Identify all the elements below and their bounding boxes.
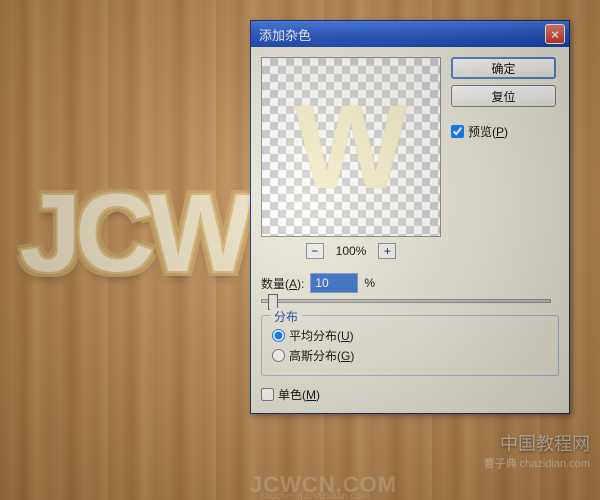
zoom-out-button[interactable]: − <box>306 243 324 259</box>
ok-button[interactable]: 确定 <box>451 57 556 79</box>
distribution-uniform-label: 平均分布(U) <box>289 327 354 344</box>
distribution-uniform-row[interactable]: 平均分布(U) <box>272 327 548 344</box>
minus-icon: − <box>311 245 318 257</box>
preview-canvas[interactable]: W <box>261 57 441 237</box>
dialog-titlebar[interactable]: 添加杂色 × <box>251 21 569 47</box>
preview-checkbox-row[interactable]: 预览(P) <box>451 123 556 140</box>
close-button[interactable]: × <box>545 24 565 44</box>
watermark-site: 中国教程网 <box>500 430 590 456</box>
ok-button-label: 确定 <box>491 60 515 77</box>
monochrome-label: 单色(M) <box>278 386 320 403</box>
preview-letter: W <box>294 78 407 216</box>
dialog-right-column: 确定 复位 预览(P) <box>451 57 556 259</box>
amount-label: 数量(A): <box>261 275 304 292</box>
plus-icon: + <box>384 245 391 257</box>
distribution-uniform-radio[interactable] <box>272 329 285 342</box>
distribution-gaussian-label: 高斯分布(G) <box>289 347 354 364</box>
amount-row: 数量(A): % <box>261 273 559 293</box>
wood-background: JCW 中国教程网 曹子典 chazidian.com JCWCN.COM ji… <box>0 0 600 500</box>
zoom-percent: 100% <box>336 244 367 258</box>
watermark-credit: 曹子典 chazidian.com <box>484 455 590 471</box>
monochrome-checkbox[interactable] <box>261 388 274 401</box>
monochrome-row[interactable]: 单色(M) <box>261 386 559 403</box>
distribution-gaussian-radio[interactable] <box>272 349 285 362</box>
amount-input[interactable] <box>310 273 358 293</box>
distribution-legend: 分布 <box>270 308 302 325</box>
close-icon: × <box>551 27 559 42</box>
zoom-controls: − 100% + <box>261 243 441 259</box>
distribution-fieldset: 分布 平均分布(U) 高斯分布(G) <box>261 315 559 376</box>
cookie-text: JCW <box>20 170 246 297</box>
dialog-body: W − 100% + 确定 <box>251 47 569 413</box>
amount-slider[interactable] <box>261 299 551 303</box>
preview-checkbox-label: 预览(P) <box>468 123 508 140</box>
dialog-title: 添加杂色 <box>259 25 311 44</box>
add-noise-dialog: 添加杂色 × W <box>250 20 570 414</box>
amount-unit: % <box>364 276 375 290</box>
distribution-gaussian-row[interactable]: 高斯分布(G) <box>272 347 548 364</box>
reset-button[interactable]: 复位 <box>451 85 556 107</box>
zoom-in-button[interactable]: + <box>378 243 396 259</box>
watermark-url: jiaocheng.chazidian.com <box>260 491 370 500</box>
reset-button-label: 复位 <box>491 88 515 105</box>
preview-checkbox[interactable] <box>451 125 464 138</box>
